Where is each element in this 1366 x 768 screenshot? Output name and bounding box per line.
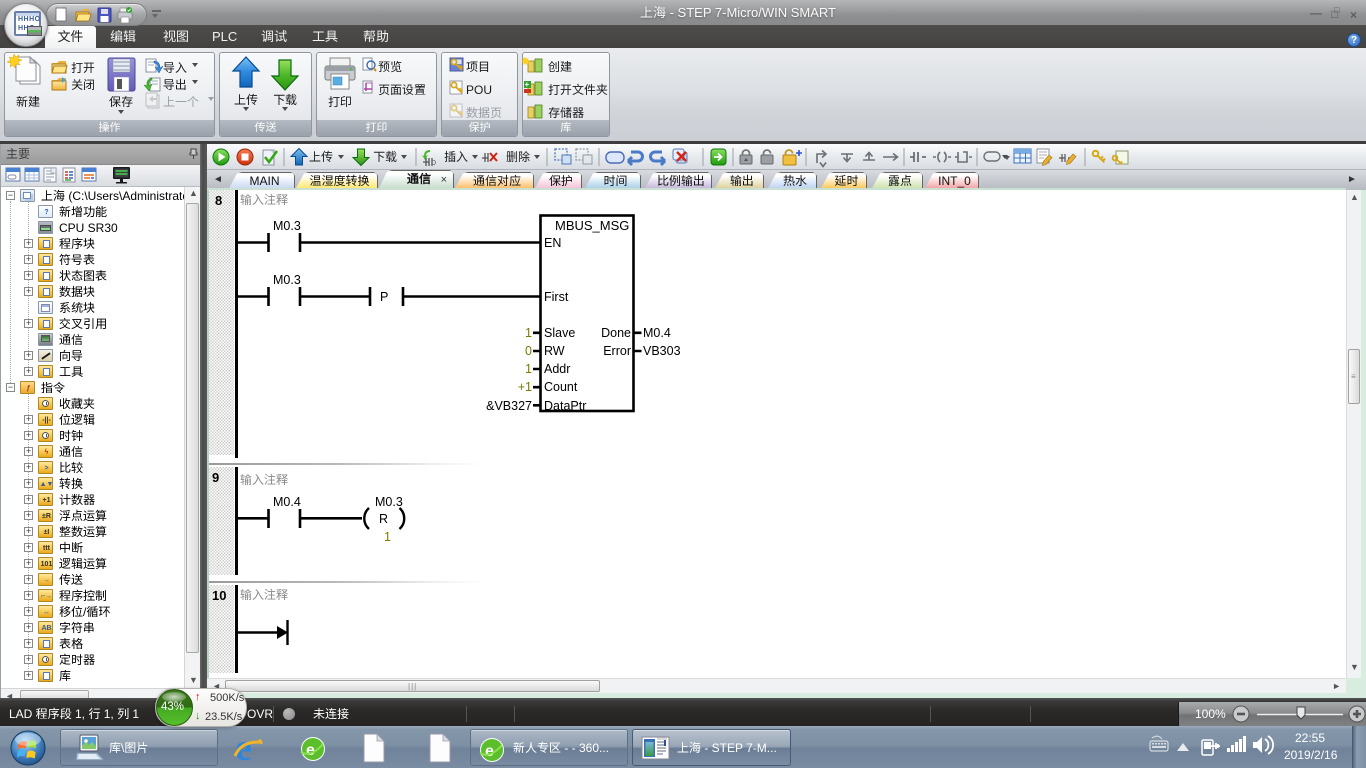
svg-text:EN: EN (544, 236, 561, 250)
svg-text:1: 1 (525, 362, 532, 376)
svg-text:M0.3: M0.3 (375, 495, 403, 509)
svg-text:D: D (431, 160, 436, 167)
svg-text:Count: Count (544, 380, 578, 394)
svg-text:0: 0 (525, 344, 532, 358)
svg-text:P: P (380, 290, 388, 304)
svg-text:Done: Done (601, 326, 631, 340)
svg-text:R: R (379, 512, 388, 526)
svg-text:+: + (525, 80, 530, 89)
svg-text:1: 1 (525, 326, 532, 340)
svg-text:e: e (235, 732, 252, 764)
svg-text:M0.4: M0.4 (643, 326, 671, 340)
svg-text:+1: +1 (518, 380, 532, 394)
svg-text:e: e (306, 742, 315, 759)
svg-text:DataPtr: DataPtr (544, 399, 586, 413)
svg-text:First: First (544, 290, 569, 304)
svg-text:M0.3: M0.3 (273, 273, 301, 287)
svg-text:M0.3: M0.3 (273, 219, 301, 233)
svg-text:Error: Error (603, 344, 631, 358)
svg-text:VB303: VB303 (643, 344, 681, 358)
svg-text:&VB327: &VB327 (486, 399, 532, 413)
svg-text:e: e (485, 743, 494, 760)
svg-text:MBUS_MSG: MBUS_MSG (555, 218, 629, 233)
svg-text:RW: RW (544, 344, 565, 358)
svg-text:1: 1 (384, 530, 391, 544)
svg-text:Addr: Addr (544, 362, 570, 376)
svg-text:M0.4: M0.4 (273, 495, 301, 509)
svg-text:Slave: Slave (544, 326, 575, 340)
